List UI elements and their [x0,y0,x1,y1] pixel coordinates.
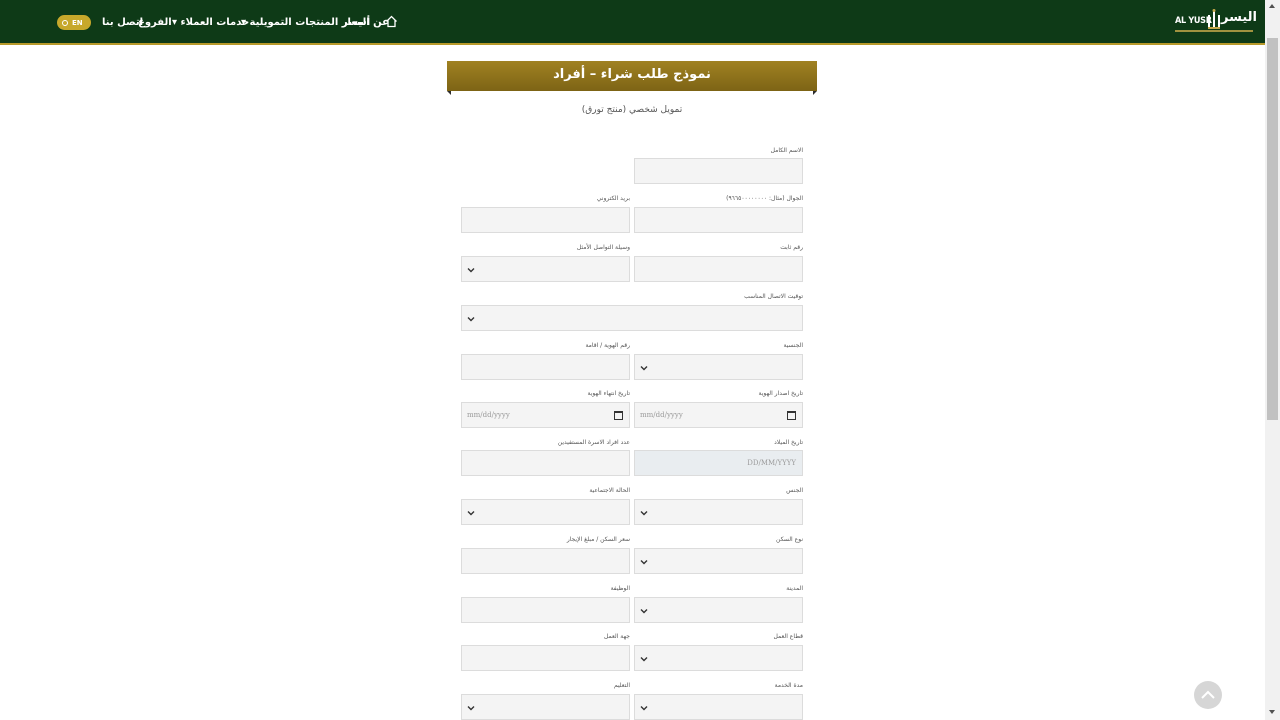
nav-prices[interactable]: أسعار المنتجات التمويلية ▾ [241,17,370,28]
ribbon-fold-right [813,91,817,95]
dependents-label: عدد افراد الاسرة المستفيدين [557,439,630,446]
gender-label: الجنس [786,487,803,494]
education-label: التعليم [614,682,630,689]
vertical-scrollbar[interactable] [1265,0,1280,720]
id-expiry-date-label: تاريخ انتهاء الهوية [587,390,630,397]
language-label: EN [72,18,83,27]
contact-time-label: توقيت الاتصال المناسب [744,293,803,300]
ribbon-fold-left [447,91,451,95]
mobile-label: الجوال (مثال: ٩٦٦٥٠٠٠٠٠٠٠٠) [726,195,803,202]
chevron-down-icon [640,706,648,711]
top-navigation-bar: AL YUSR اليسر عن اليسر أسعار المنتجات ال… [0,0,1265,45]
chevron-down-icon [467,706,475,711]
contact-method-label: وسيلة التواصل الأمثل [576,244,630,251]
service-length-select[interactable] [634,694,803,720]
form-title-ribbon: نموذج طلب شراء – أفراد [447,61,817,91]
id-expiry-date-input[interactable]: mm/dd/yyyy [461,402,630,428]
housing-type-select[interactable] [634,548,803,574]
chevron-up-icon [1201,690,1215,699]
logo-mark-icon [1208,9,1220,29]
scroll-up-arrow[interactable] [1269,4,1275,8]
housing-price-input[interactable] [461,548,630,574]
calendar-icon[interactable] [787,411,796,420]
email-input[interactable] [461,207,630,233]
back-to-top-button[interactable] [1194,681,1222,709]
marital-status-label: الحالة الاجتماعية [589,487,630,494]
alyusr-logo[interactable]: AL YUSR اليسر [1175,8,1257,36]
scrollbar-thumb[interactable] [1267,38,1278,420]
employer-input[interactable] [461,645,630,671]
chevron-down-icon [640,511,648,516]
employer-sector-label: قطاع العمل [773,633,803,640]
full-name-label: الاسم الكامل [770,147,803,154]
chevron-down-icon [467,511,475,516]
id-issue-date-input[interactable]: mm/dd/yyyy [634,402,803,428]
contact-method-select[interactable] [461,256,630,282]
employer-sector-select[interactable] [634,645,803,671]
birth-date-input[interactable]: DD/MM/YYYY [634,450,803,476]
housing-type-label: نوع السكن [776,536,803,543]
nav-contact[interactable]: اتصل بنا [102,17,143,28]
dependents-input[interactable] [461,450,630,476]
date-placeholder: mm/dd/yyyy [467,411,510,419]
form-subtitle: تمويل شخصي (منتج تورق) [581,105,683,115]
birth-date-label: تاريخ الميلاد [774,439,803,446]
gender-select[interactable] [634,499,803,525]
id-number-label: رقم الهوية / اقامة [585,342,630,349]
education-select[interactable] [461,694,630,720]
email-label: بريد الكتروني [596,195,630,202]
city-select[interactable] [634,597,803,623]
chevron-down-icon [640,657,648,662]
landline-input[interactable] [634,256,803,282]
chevron-down-icon [640,609,648,614]
id-issue-date-label: تاريخ اصدار الهوية [758,390,803,397]
housing-price-label: سعر السكن / مبلغ الإيجار [566,536,630,543]
nationality-select[interactable] [634,354,803,380]
chevron-down-icon [467,317,475,322]
id-number-input[interactable] [461,354,630,380]
logo-underline [1175,30,1253,32]
landline-label: رقم ثابت [780,244,803,251]
chevron-down-icon [640,366,648,371]
service-length-label: مدة الخدمة [774,682,803,689]
nav-branches[interactable]: الفروع [138,17,172,28]
nationality-label: الجنسية [783,342,803,349]
nav-services[interactable]: خدمات العملاء ▾ [172,17,249,28]
mobile-input[interactable] [634,207,803,233]
job-label: الوظيفة [610,585,630,592]
contact-time-select[interactable] [461,305,803,331]
full-name-input[interactable] [634,158,803,184]
logo-text-ar: اليسر [1221,10,1257,25]
chevron-down-icon [640,560,648,565]
scroll-down-arrow[interactable] [1269,710,1275,714]
dob-placeholder: DD/MM/YYYY [747,459,796,467]
calendar-icon[interactable] [614,411,623,420]
employer-label: جهة العمل [603,633,630,640]
date-placeholder: mm/dd/yyyy [640,411,683,419]
globe-icon [62,19,68,26]
chevron-down-icon [467,268,475,273]
city-label: المدينة [786,585,803,592]
marital-status-select[interactable] [461,499,630,525]
language-toggle[interactable]: EN [57,15,91,30]
job-input[interactable] [461,597,630,623]
